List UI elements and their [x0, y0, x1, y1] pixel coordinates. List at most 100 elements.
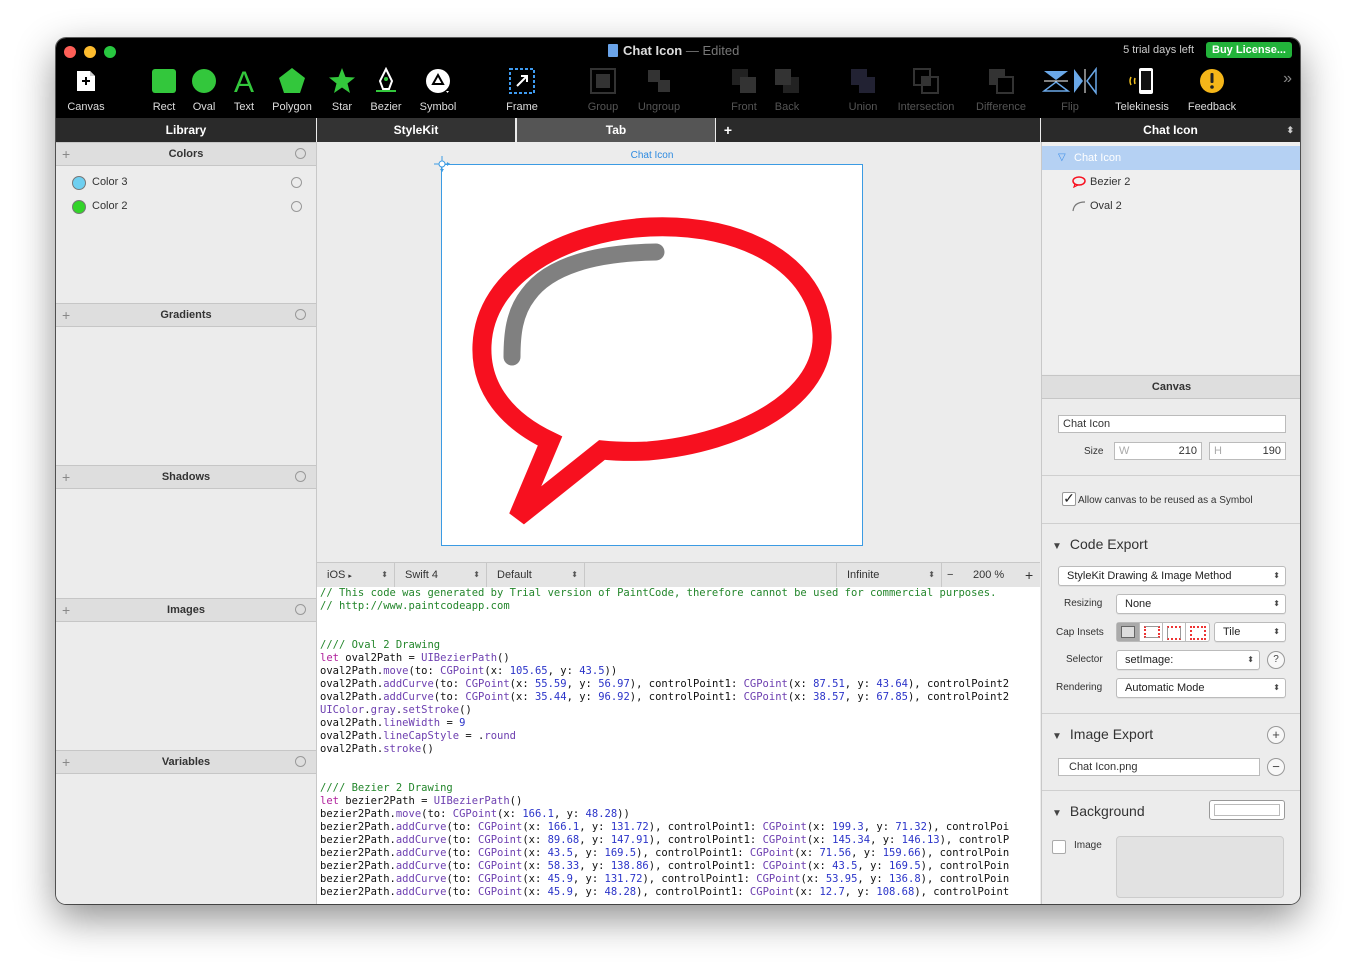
tool-union[interactable]: Union — [833, 66, 893, 116]
send-back-icon — [772, 66, 802, 96]
color-item[interactable]: Color 2 — [72, 196, 302, 216]
cap-insets-segmented-control[interactable] — [1116, 622, 1210, 642]
zoom-in-button[interactable]: + — [1017, 563, 1039, 587]
disclosure-triangle-icon: ▼ — [1052, 808, 1062, 819]
canvas-name-field[interactable]: Chat Icon — [1058, 415, 1286, 433]
code-token: (x: — [806, 860, 833, 872]
height-field[interactable]: H 190 — [1209, 442, 1286, 460]
updown-arrows-icon: ⬍ — [1273, 627, 1280, 636]
code-token: bezier2Path. — [320, 808, 396, 820]
tool-intersection[interactable]: Intersection — [896, 66, 956, 116]
layer-item-oval-2[interactable]: Oval 2 — [1042, 194, 1300, 218]
updown-arrows-icon: ⬍ — [473, 570, 480, 579]
artboard[interactable] — [441, 164, 863, 546]
generated-code-view[interactable]: // This code was generated by Trial vers… — [317, 587, 1040, 904]
code-style-select[interactable]: Default ⬍ — [487, 563, 585, 587]
tool-bezier[interactable]: Bezier — [356, 66, 416, 116]
resizing-select[interactable]: None ⬍ — [1116, 594, 1286, 614]
zoom-out-button[interactable]: − — [941, 563, 957, 587]
toolbar-overflow-icon[interactable]: » — [1283, 70, 1292, 88]
zoom-window-button[interactable] — [104, 46, 116, 58]
tab-tab[interactable]: Tab — [517, 118, 715, 142]
tool-group[interactable]: Group — [573, 66, 633, 116]
tool-frame[interactable]: Frame — [492, 66, 552, 116]
background-image-checkbox[interactable] — [1052, 840, 1066, 854]
add-image-button[interactable]: + — [62, 599, 70, 621]
code-token: 138.86 — [610, 860, 649, 872]
tool-ungroup[interactable]: Ungroup — [629, 66, 689, 116]
variables-options-icon[interactable] — [295, 756, 306, 767]
color-swatch — [72, 200, 86, 214]
background-color-well[interactable] — [1209, 800, 1285, 820]
tool-difference[interactable]: Difference — [971, 66, 1031, 116]
background-section[interactable]: ▼ Background — [1052, 803, 1145, 819]
add-tab-button[interactable]: + — [716, 118, 740, 142]
tool-telekinesis[interactable]: Telekinesis — [1112, 66, 1172, 116]
background-image-well[interactable] — [1116, 836, 1284, 898]
code-token: // http://www.paintcodeapp.com — [320, 600, 510, 612]
close-window-button[interactable] — [64, 46, 76, 58]
image-export-section[interactable]: ▼ Image Export — [1052, 726, 1153, 742]
add-variable-button[interactable]: + — [62, 751, 70, 773]
platform-select[interactable]: iOS ▸ ⬍ — [317, 563, 395, 587]
code-token: oval2Path. — [320, 678, 384, 690]
layer-item-bezier-2[interactable]: Bezier 2 — [1042, 170, 1300, 194]
rendering-select[interactable]: Automatic Mode ⬍ — [1116, 678, 1286, 698]
code-export-section[interactable]: ▼ Code Export — [1052, 536, 1148, 552]
speech-bubble-path[interactable] — [472, 217, 832, 525]
code-token: , y: — [844, 886, 877, 898]
help-button[interactable]: ? — [1267, 651, 1285, 669]
code-token: CGPoint — [743, 678, 788, 690]
colors-options-icon[interactable] — [295, 148, 306, 159]
code-token: 131.72 — [604, 873, 643, 885]
width-field[interactable]: W 210 — [1114, 442, 1202, 460]
shadows-options-icon[interactable] — [295, 471, 306, 482]
cap-inset-vertical-icon[interactable] — [1163, 623, 1186, 641]
buy-license-button[interactable]: Buy License... — [1206, 42, 1292, 58]
color-options-icon[interactable] — [291, 177, 302, 188]
code-token: )) — [617, 808, 630, 820]
inspector-header[interactable]: Chat Icon ⬍ — [1041, 118, 1300, 142]
selector-select[interactable]: setImage: ⬍ — [1116, 650, 1260, 670]
reuse-symbol-checkbox[interactable]: ✓ — [1062, 491, 1076, 506]
color-options-icon[interactable] — [291, 201, 302, 212]
images-options-icon[interactable] — [295, 604, 306, 615]
code-token: (x: — [787, 678, 814, 690]
image-export-file[interactable]: Chat Icon.png — [1058, 758, 1260, 776]
code-token: (x: — [522, 860, 548, 872]
cap-inset-all-icon[interactable] — [1186, 623, 1208, 641]
range-select[interactable]: Infinite ⬍ — [836, 563, 942, 587]
updown-arrows-icon: ⬍ — [1247, 655, 1254, 664]
code-token: addCurve — [395, 847, 447, 859]
add-shadow-button[interactable]: + — [62, 466, 70, 488]
remove-image-export-button[interactable]: − — [1267, 758, 1285, 776]
tab-stylekit[interactable]: StyleKit — [317, 118, 515, 142]
updown-arrows-icon: ⬍ — [571, 570, 578, 579]
drawing-canvas-area[interactable]: Chat Icon — [317, 142, 1040, 562]
cap-mode-select[interactable]: Tile ⬍ — [1214, 622, 1286, 642]
canvas-section-header: Canvas — [1042, 375, 1300, 399]
language-select[interactable]: Swift 4 ⬍ — [395, 563, 487, 587]
color-item[interactable]: Color 3 — [72, 172, 302, 192]
canvas-handle-icon[interactable] — [430, 152, 454, 176]
tool-symbol[interactable]: Symbol — [408, 66, 468, 116]
cap-inset-horizontal-icon[interactable] — [1140, 623, 1163, 641]
layer-item-chat-icon[interactable]: ▽ Chat Icon — [1042, 146, 1300, 170]
divider — [1042, 790, 1300, 791]
add-image-export-button[interactable]: + — [1267, 726, 1285, 744]
gradients-options-icon[interactable] — [295, 309, 306, 320]
platform-value: iOS — [327, 569, 346, 581]
tool-flip[interactable]: Flip — [1040, 66, 1100, 116]
code-style-value: Default — [497, 569, 532, 581]
tool-feedback[interactable]: Feedback — [1182, 66, 1242, 116]
tool-back[interactable]: Back — [757, 66, 817, 116]
minimize-window-button[interactable] — [84, 46, 96, 58]
add-gradient-button[interactable]: + — [62, 304, 70, 326]
tool-canvas[interactable]: Canvas — [56, 66, 116, 116]
code-line: oval2Path.addCurve(to: CGPoint(x: 55.59,… — [320, 678, 1040, 691]
cap-inset-none-icon[interactable] — [1117, 623, 1140, 641]
add-color-button[interactable]: + — [62, 143, 70, 165]
chat-bubble-drawing[interactable] — [442, 165, 862, 545]
export-method-select[interactable]: StyleKit Drawing & Image Method ⬍ — [1058, 566, 1286, 586]
